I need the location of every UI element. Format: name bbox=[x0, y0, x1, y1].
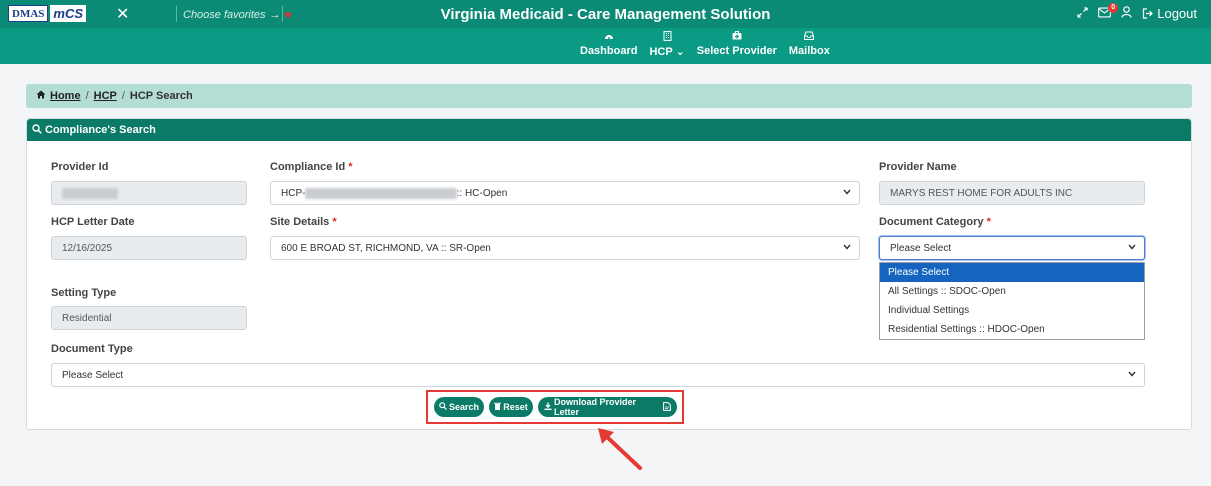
expand-icon[interactable] bbox=[1077, 6, 1088, 21]
mail-count-badge: 0 bbox=[1108, 2, 1119, 13]
reset-button[interactable]: Reset bbox=[489, 397, 533, 417]
user-icon[interactable] bbox=[1121, 6, 1132, 21]
document-category-label-text: Document Category bbox=[879, 216, 984, 228]
provider-id-field: 0049409612 bbox=[51, 181, 247, 205]
document-category-label: Document Category * bbox=[879, 216, 991, 228]
arrow-right-icon: → bbox=[269, 9, 281, 21]
inbox-icon bbox=[789, 31, 830, 44]
chevron-down-icon bbox=[843, 242, 851, 252]
provider-name-field: MARYS REST HOME FOR ADULTS INC bbox=[879, 181, 1145, 205]
breadcrumb-separator: / bbox=[121, 90, 125, 102]
compliance-id-suffix: :: HC-Open bbox=[456, 187, 508, 199]
heart-icon: ♥ bbox=[284, 8, 292, 22]
breadcrumb-hcp-link[interactable]: HCP bbox=[94, 90, 117, 102]
divider bbox=[176, 6, 177, 22]
dropdown-option[interactable]: Please Select bbox=[880, 263, 1144, 282]
document-category-options: Please Select All Settings :: SDOC-Open … bbox=[879, 262, 1145, 340]
close-icon[interactable]: ✕ bbox=[116, 4, 129, 24]
header-actions: 0 Logout bbox=[1077, 2, 1197, 21]
site-details-select[interactable]: 600 E BROAD ST, RICHMOND, VA :: SR-Open bbox=[270, 236, 860, 260]
mcs-logo: mCS bbox=[50, 5, 87, 22]
required-mark: * bbox=[986, 216, 991, 228]
nav-hcp-label: HCP bbox=[649, 46, 673, 58]
app-title: Virginia Medicaid - Care Management Solu… bbox=[440, 6, 771, 23]
chevron-down-icon bbox=[1128, 242, 1136, 252]
nav-select-provider-label: Select Provider bbox=[696, 45, 777, 57]
document-type-label: Document Type bbox=[51, 343, 133, 355]
dropdown-option[interactable]: All Settings :: SDOC-Open bbox=[880, 282, 1144, 301]
dropdown-option[interactable]: Individual Settings bbox=[880, 301, 1144, 320]
search-button[interactable]: Search bbox=[434, 397, 484, 417]
provider-id-value: 0049409612 bbox=[62, 187, 118, 199]
nav-select-provider[interactable]: Select Provider bbox=[691, 31, 783, 59]
logout-button[interactable]: Logout bbox=[1142, 6, 1197, 21]
divider bbox=[282, 6, 283, 22]
provider-name-label: Provider Name bbox=[879, 161, 957, 173]
logout-label: Logout bbox=[1157, 6, 1197, 21]
compliance-id-select[interactable]: HCP-0049409612-20251217-20251216 :: HC-O… bbox=[270, 181, 860, 205]
setting-type-field: Residential bbox=[51, 306, 247, 330]
search-icon bbox=[32, 123, 42, 137]
chevron-down-icon: ⌄ bbox=[675, 46, 685, 58]
provider-name-value: MARYS REST HOME FOR ADULTS INC bbox=[890, 187, 1073, 199]
compliance-id-prefix: HCP- bbox=[281, 187, 306, 199]
main-nav: Dashboard HCP ⌄ Select Provider Mailbox bbox=[0, 28, 1211, 64]
document-type-value: Please Select bbox=[62, 369, 124, 381]
reset-button-label: Reset bbox=[503, 402, 528, 412]
document-category-select[interactable]: Please Select bbox=[879, 236, 1145, 260]
document-category-value: Please Select bbox=[890, 242, 952, 254]
setting-type-label: Setting Type bbox=[51, 287, 117, 299]
choose-favorites[interactable]: Choose favorites → ♥ bbox=[183, 8, 292, 22]
nav-hcp[interactable]: HCP ⌄ bbox=[643, 31, 690, 59]
dropdown-option[interactable]: Residential Settings :: HDOC-Open bbox=[880, 320, 1144, 339]
nav-dashboard-label: Dashboard bbox=[580, 45, 638, 57]
mail-icon[interactable]: 0 bbox=[1098, 2, 1119, 21]
hcp-letter-date-value: 12/16/2025 bbox=[62, 242, 113, 254]
required-mark: * bbox=[332, 216, 337, 228]
compliance-id-redacted: 0049409612-20251217-20251216 bbox=[305, 187, 457, 199]
dashboard-icon bbox=[580, 31, 637, 44]
breadcrumb: Home / HCP / HCP Search bbox=[26, 84, 1192, 108]
provider-id-label: Provider Id bbox=[51, 161, 109, 173]
setting-type-value: Residential bbox=[62, 312, 112, 324]
card-header: Compliance's Search bbox=[27, 119, 1191, 141]
trash-icon bbox=[494, 402, 502, 412]
compliance-id-label-text: Compliance Id bbox=[270, 161, 346, 173]
breadcrumb-home-link[interactable]: Home bbox=[50, 90, 81, 102]
favorites-label: Choose favorites bbox=[183, 9, 266, 21]
building-icon bbox=[649, 31, 684, 45]
compliance-id-label: Compliance Id * bbox=[270, 161, 353, 173]
medical-case-icon bbox=[697, 31, 777, 44]
logout-icon bbox=[1143, 8, 1154, 19]
red-arrow-annotation-icon bbox=[598, 428, 642, 470]
chevron-down-icon bbox=[843, 187, 851, 197]
document-type-select[interactable]: Please Select bbox=[51, 363, 1145, 387]
site-details-value: 600 E BROAD ST, RICHMOND, VA :: SR-Open bbox=[281, 242, 491, 254]
card-title: Compliance's Search bbox=[45, 124, 156, 136]
download-icon bbox=[544, 402, 552, 412]
required-mark: * bbox=[348, 161, 353, 173]
breadcrumb-separator: / bbox=[85, 90, 89, 102]
hcp-letter-date-label: HCP Letter Date bbox=[51, 216, 135, 228]
download-button-label: Download Provider Letter bbox=[554, 397, 637, 417]
nav-dashboard[interactable]: Dashboard bbox=[574, 31, 643, 59]
site-details-label-text: Site Details bbox=[270, 216, 330, 228]
dmas-mcs-logo[interactable]: DMAS mCS bbox=[8, 5, 87, 22]
dmas-logo: DMAS bbox=[8, 5, 49, 22]
hcp-letter-date-field: 12/16/2025 bbox=[51, 236, 247, 260]
pdf-file-icon bbox=[663, 401, 671, 413]
download-provider-letter-button[interactable]: Download Provider Letter bbox=[538, 397, 677, 417]
breadcrumb-current: HCP Search bbox=[129, 90, 193, 102]
site-details-label: Site Details * bbox=[270, 216, 337, 228]
top-header: DMAS mCS ✕ Choose favorites → ♥ Virginia… bbox=[0, 0, 1211, 28]
home-icon bbox=[36, 90, 46, 102]
chevron-down-icon bbox=[1128, 369, 1136, 379]
search-button-label: Search bbox=[448, 402, 480, 412]
search-icon bbox=[439, 402, 447, 412]
nav-mailbox[interactable]: Mailbox bbox=[783, 31, 836, 59]
nav-mailbox-label: Mailbox bbox=[788, 45, 830, 57]
